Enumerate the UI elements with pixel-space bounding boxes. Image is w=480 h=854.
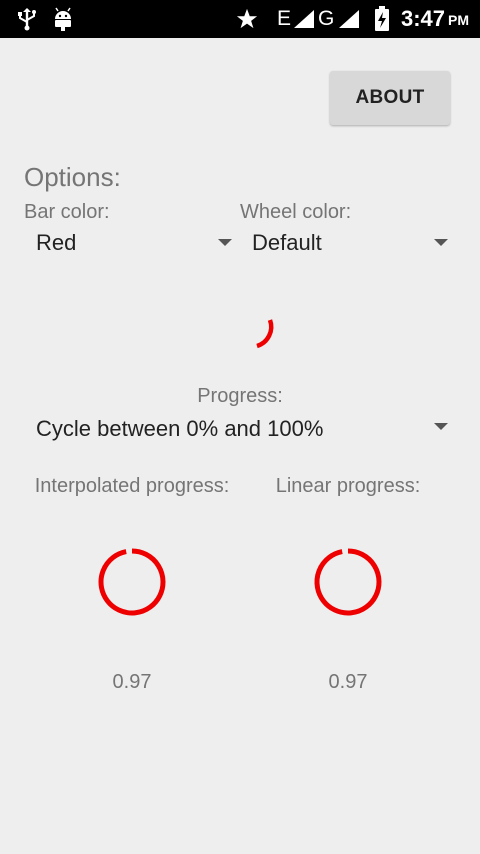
progress-label: Progress:	[197, 385, 283, 407]
interpolated-progress-label: Interpolated progress:	[34, 475, 230, 497]
about-button[interactable]: ABOUT	[330, 71, 450, 125]
wheel-color-spinner[interactable]: Default	[240, 224, 456, 264]
android-debug-icon	[55, 7, 71, 31]
progress-mode-value: Cycle between 0% and 100%	[36, 416, 324, 441]
dropdown-arrow-icon	[434, 239, 448, 246]
dropdown-arrow-icon	[218, 239, 232, 246]
status-bar: E G 3:47 PM	[0, 0, 480, 38]
interpolated-progress-value: 0.97	[112, 671, 152, 693]
star-icon	[236, 8, 258, 29]
wheel-color-value: Default	[252, 230, 322, 255]
signal-icon	[339, 10, 359, 28]
bar-color-value: Red	[36, 230, 77, 255]
clock-ampm: PM	[448, 12, 469, 28]
linear-progress-label: Linear progress:	[275, 475, 421, 497]
signal-icon	[294, 10, 314, 28]
options-heading: Options:	[24, 162, 121, 192]
network-type-g: G	[318, 7, 335, 30]
clock-time: 3:47	[401, 6, 446, 31]
indeterminate-progress-wheel	[256, 319, 274, 349]
linear-progress-value: 0.97	[328, 671, 368, 693]
bar-color-spinner[interactable]: Red	[24, 224, 240, 264]
dropdown-arrow-icon	[434, 423, 448, 430]
usb-icon	[18, 8, 36, 31]
network-type-e: E	[277, 7, 292, 30]
battery-charging-icon	[375, 6, 389, 31]
progress-mode-spinner[interactable]: Cycle between 0% and 100%	[24, 408, 456, 448]
wheel-color-label: Wheel color:	[240, 201, 352, 223]
linear-progress-wheel	[314, 548, 382, 616]
bar-color-label: Bar color:	[24, 201, 110, 223]
interpolated-progress-wheel	[98, 548, 166, 616]
